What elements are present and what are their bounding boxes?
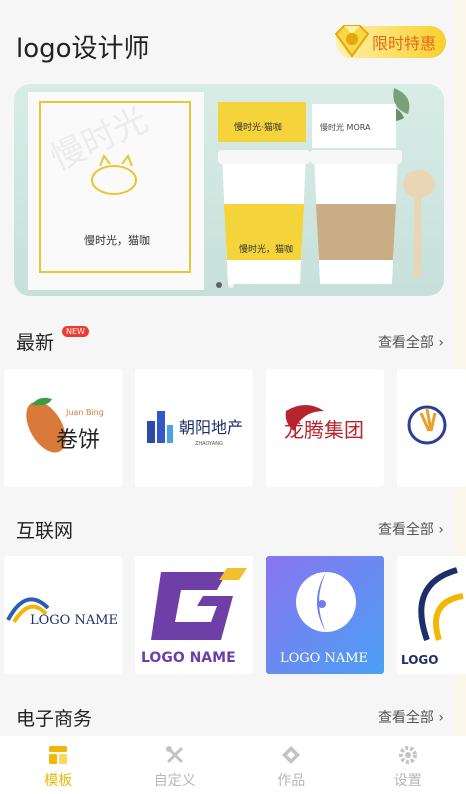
latest-logo-row: Juan Bing 卷饼 朝阳地产 ZHAOYANG 龙腾集团 [4,369,466,487]
works-icon [282,746,301,764]
tab-label: 作品 [277,773,306,789]
carousel-dot-2[interactable] [228,282,234,288]
logo-card-longteng[interactable]: 龙腾集团 [266,369,384,487]
ring-logo: LOGO [401,567,464,667]
carousel-dots [216,282,234,288]
section-title-internet: 互联网 [16,520,74,542]
feather-logo [407,405,447,445]
card-subtext: Juan Bing [65,408,104,417]
tools-icon [165,746,183,764]
diamond-icon [334,25,370,58]
card-subtext: ZHAOYANG [195,441,223,447]
g-shape-logo: LOGO NAME [141,568,247,666]
card-text: LOGO NAME [280,651,368,666]
svg-text:慢时光 MORA: 慢时光 MORA [320,122,371,132]
section-title-latest: 最新 [16,332,55,354]
app-screen: logo设计师 限时特惠 慢时光 慢时光，猫咖 慢时光·猫咖 慢时光 MORA [0,0,466,794]
tab-label: 自定义 [153,773,196,789]
logo-card-juanbing[interactable]: Juan Bing 卷饼 [4,369,122,487]
card-text: 龙腾集团 [284,418,364,442]
bottom-tab-bar: 模板 自定义 作品 设置 [0,736,466,794]
circle-logo: LOGO NAME [280,572,368,666]
burrito-logo: Juan Bing 卷饼 [26,397,104,453]
tab-custom[interactable]: 自定义 [117,736,234,794]
header: logo设计师 限时特惠 [16,25,446,66]
section-title-ecommerce: 电子商务 [16,708,93,730]
banner-carousel[interactable]: 慢时光 慢时光，猫咖 慢时光·猫咖 慢时光 MORA 慢时光，猫咖 [14,84,444,296]
tab-label: 模板 [44,773,73,789]
card-text: LOGO NAME [30,613,118,628]
svg-text:慢时光·猫咖: 慢时光·猫咖 [234,121,282,133]
new-badge: NEW [62,326,89,337]
see-all-internet[interactable]: 查看全部 › [378,519,444,539]
card-text: LOGO [401,653,438,667]
logo-card-partial[interactable] [397,369,466,487]
see-all-ecommerce[interactable]: 查看全部 › [378,707,444,727]
tab-settings[interactable]: 设置 [350,736,466,794]
svg-text:慢时光，猫咖: 慢时光，猫咖 [84,233,150,247]
template-icon [49,746,68,764]
logo-card-internet-3[interactable]: LOGO NAME [266,556,384,674]
gear-icon [398,746,417,764]
arc-logo: LOGO NAME [6,597,118,628]
card-text: 朝阳地产 [179,418,243,437]
carousel-dot-1[interactable] [216,282,222,288]
logo-card-internet-4[interactable]: LOGO [397,556,466,674]
page-title: logo设计师 [16,34,150,64]
card-text: 卷饼 [56,428,100,453]
promo-label: 限时特惠 [371,34,436,53]
card-text: LOGO NAME [141,650,236,666]
tab-works[interactable]: 作品 [233,736,350,794]
dragon-logo: 龙腾集团 [284,405,364,442]
see-all-latest[interactable]: 查看全部 › [378,332,444,352]
tab-templates[interactable]: 模板 [0,736,117,794]
logo-card-zhaoyang[interactable]: 朝阳地产 ZHAOYANG [135,369,253,487]
tab-label: 设置 [393,773,422,789]
logo-card-internet-2[interactable]: LOGO NAME [135,556,253,674]
realestate-logo: 朝阳地产 ZHAOYANG [147,411,243,447]
svg-text:慢时光，猫咖: 慢时光，猫咖 [239,243,293,255]
promo-button[interactable]: 限时特惠 [334,25,446,58]
banner-image: 慢时光 慢时光，猫咖 慢时光·猫咖 慢时光 MORA 慢时光，猫咖 [28,88,435,290]
logo-card-internet-1[interactable]: LOGO NAME [4,556,122,674]
internet-logo-row: LOGO NAME LOGO NAME LOGO NAME LOGO [4,556,466,674]
